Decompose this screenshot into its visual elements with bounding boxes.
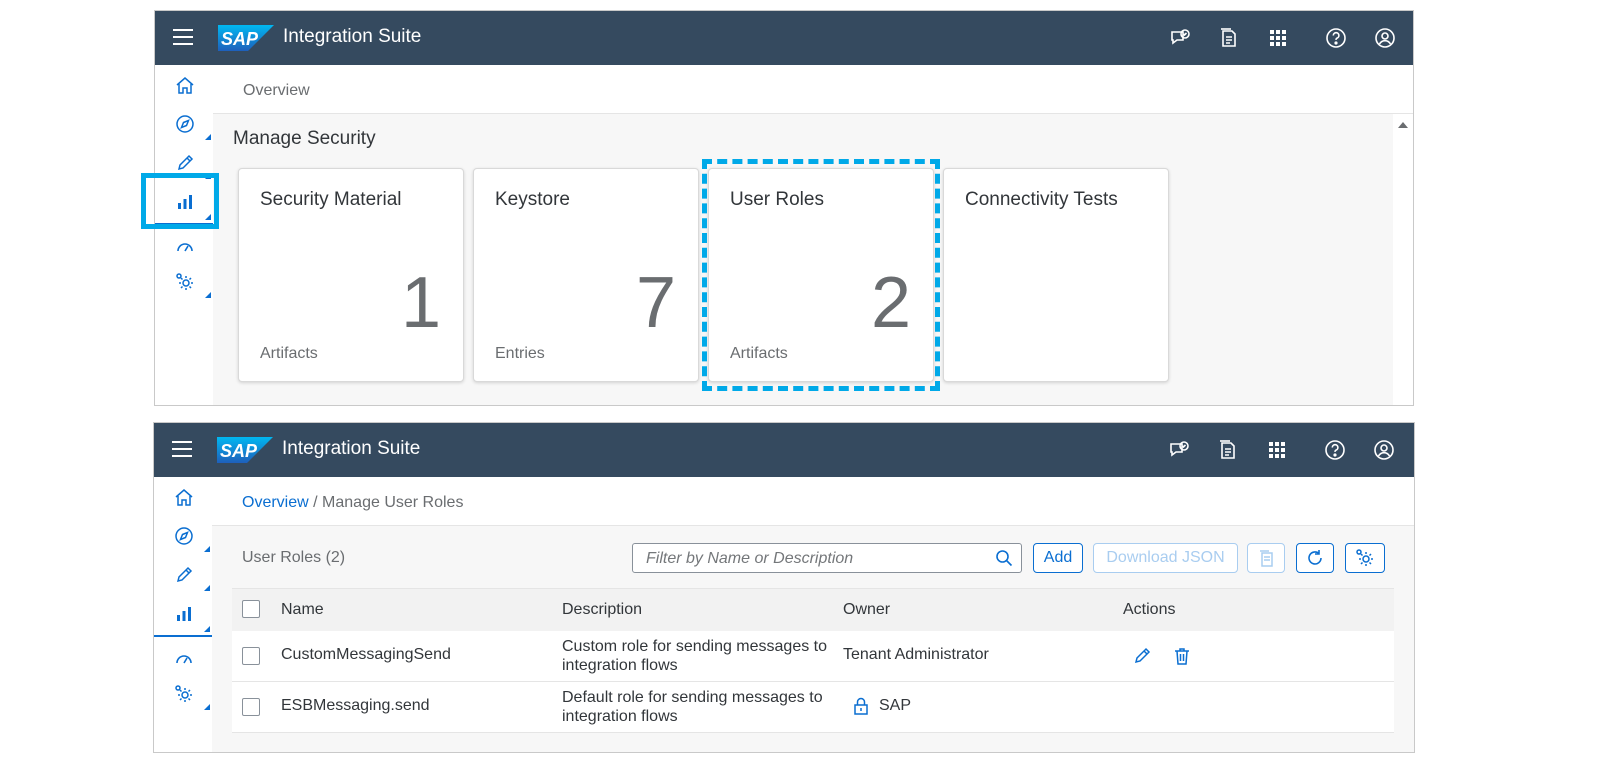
monitor-performance-icon xyxy=(177,243,193,252)
tile-security-material[interactable]: Security Material 1 Artifacts xyxy=(238,168,464,382)
row-checkbox[interactable] xyxy=(242,698,260,716)
table-header: Name Description Owner Actions xyxy=(232,588,1394,632)
breadcrumb-separator: / xyxy=(313,494,318,511)
table-row[interactable]: CustomMessagingSend Custom role for send… xyxy=(232,631,1394,682)
home-icon xyxy=(176,77,194,94)
role-name: ESBMessaging.send xyxy=(281,697,430,714)
breadcrumb: Overview xyxy=(213,65,1413,114)
search-input[interactable]: Filter by Name or Description xyxy=(632,543,1022,573)
tile-title: Connectivity Tests xyxy=(965,189,1118,210)
section-title: Manage Security xyxy=(233,128,376,149)
select-all-checkbox[interactable] xyxy=(242,600,260,618)
breadcrumb: Overview / Manage User Roles xyxy=(212,477,1414,526)
nav-design[interactable] xyxy=(154,556,212,594)
vertical-scrollbar[interactable] xyxy=(1393,114,1413,405)
role-description: Custom role for sending messages to inte… xyxy=(562,638,828,674)
sap-logo[interactable]: SAP xyxy=(218,25,274,51)
tile-title: Security Material xyxy=(260,189,402,210)
column-header-actions: Actions xyxy=(1123,601,1176,618)
notes-icon[interactable] xyxy=(1217,439,1239,461)
notes-icon[interactable] xyxy=(1218,27,1240,49)
role-name: CustomMessagingSend xyxy=(281,646,451,663)
shell-bar: SAP Integration Suite xyxy=(154,423,1414,477)
nav-monitor-performance[interactable] xyxy=(155,227,213,265)
app-title: Integration Suite xyxy=(282,438,421,459)
add-button[interactable]: Add xyxy=(1033,543,1083,573)
nav-home[interactable] xyxy=(155,67,213,105)
copy-button[interactable] xyxy=(1247,543,1285,573)
role-owner: Tenant Administrator xyxy=(843,646,989,663)
download-json-button[interactable]: Download JSON xyxy=(1093,543,1238,573)
nav-discover[interactable] xyxy=(154,517,212,555)
design-icon xyxy=(177,154,194,171)
column-header-owner[interactable]: Owner xyxy=(843,601,890,619)
tile-count: 1 xyxy=(400,263,441,343)
tile-unit: Entries xyxy=(495,345,545,362)
tile-title: Keystore xyxy=(495,189,570,210)
table-title: User Roles (2) xyxy=(242,549,346,566)
column-header-description[interactable]: Description xyxy=(562,601,642,619)
highlight-monitor-nav xyxy=(141,173,219,229)
sap-logo-text: SAP xyxy=(221,29,259,49)
tile-keystore[interactable]: Keystore 7 Entries xyxy=(473,168,699,382)
user-icon[interactable] xyxy=(1374,27,1396,49)
manage-user-roles-panel: SAP Integration Suite Overview / Manage … xyxy=(153,422,1415,753)
refresh-button[interactable] xyxy=(1296,543,1334,573)
tile-unit: Artifacts xyxy=(260,345,318,362)
table-settings-button[interactable] xyxy=(1345,543,1385,573)
row-checkbox[interactable] xyxy=(242,647,260,665)
monitor-performance-icon xyxy=(176,655,192,664)
nav-settings[interactable] xyxy=(155,263,213,301)
tile-connectivity-tests[interactable]: Connectivity Tests xyxy=(943,168,1169,382)
column-header-name[interactable]: Name xyxy=(281,601,324,619)
home-icon xyxy=(175,489,193,506)
settings-icon xyxy=(175,685,192,702)
search-placeholder: Filter by Name or Description xyxy=(646,550,854,567)
role-description: Default role for sending messages to int… xyxy=(562,689,823,725)
user-roles-content: Overview / Manage User Roles User Roles … xyxy=(212,477,1414,752)
feedback-icon[interactable] xyxy=(1169,27,1191,49)
table-row[interactable]: ESBMessaging.send Default role for sendi… xyxy=(232,682,1394,733)
app-grid-icon[interactable] xyxy=(1267,27,1289,49)
help-icon[interactable] xyxy=(1324,439,1346,461)
settings-icon xyxy=(176,273,193,290)
breadcrumb-current: Manage User Roles xyxy=(322,494,464,511)
breadcrumb-overview-link[interactable]: Overview xyxy=(242,494,309,511)
discover-icon xyxy=(176,115,194,133)
shell-bar: SAP Integration Suite xyxy=(155,11,1413,65)
search-icon[interactable] xyxy=(995,549,1013,567)
user-icon[interactable] xyxy=(1373,439,1395,461)
nav-discover[interactable] xyxy=(155,105,213,143)
nav-home[interactable] xyxy=(154,479,212,517)
refresh-icon xyxy=(1308,550,1322,565)
side-navigation xyxy=(155,65,214,405)
copy-icon xyxy=(1260,550,1273,567)
app-grid-icon[interactable] xyxy=(1266,439,1288,461)
design-icon xyxy=(176,566,193,583)
monitor-icon xyxy=(177,607,191,621)
settings-icon xyxy=(1356,549,1373,566)
delete-icon[interactable] xyxy=(1172,646,1192,666)
sap-logo-text: SAP xyxy=(220,441,258,461)
lock-icon xyxy=(854,697,868,715)
feedback-icon[interactable] xyxy=(1168,439,1190,461)
tile-count: 7 xyxy=(635,263,676,343)
discover-icon xyxy=(175,527,193,545)
edit-icon[interactable] xyxy=(1132,646,1152,666)
scroll-up-icon[interactable] xyxy=(1398,122,1408,128)
help-icon[interactable] xyxy=(1325,27,1347,49)
menu-icon[interactable] xyxy=(172,441,192,459)
menu-icon[interactable] xyxy=(173,29,193,47)
nav-settings[interactable] xyxy=(154,675,212,713)
nav-monitor-performance[interactable] xyxy=(154,639,212,677)
breadcrumb-overview: Overview xyxy=(243,82,310,99)
highlight-user-roles-tile xyxy=(702,159,940,391)
app-title: Integration Suite xyxy=(283,26,422,47)
nav-monitor[interactable] xyxy=(154,595,212,637)
side-navigation xyxy=(154,477,213,752)
role-owner[interactable]: SAP xyxy=(879,697,911,715)
sap-logo[interactable]: SAP xyxy=(217,437,273,463)
